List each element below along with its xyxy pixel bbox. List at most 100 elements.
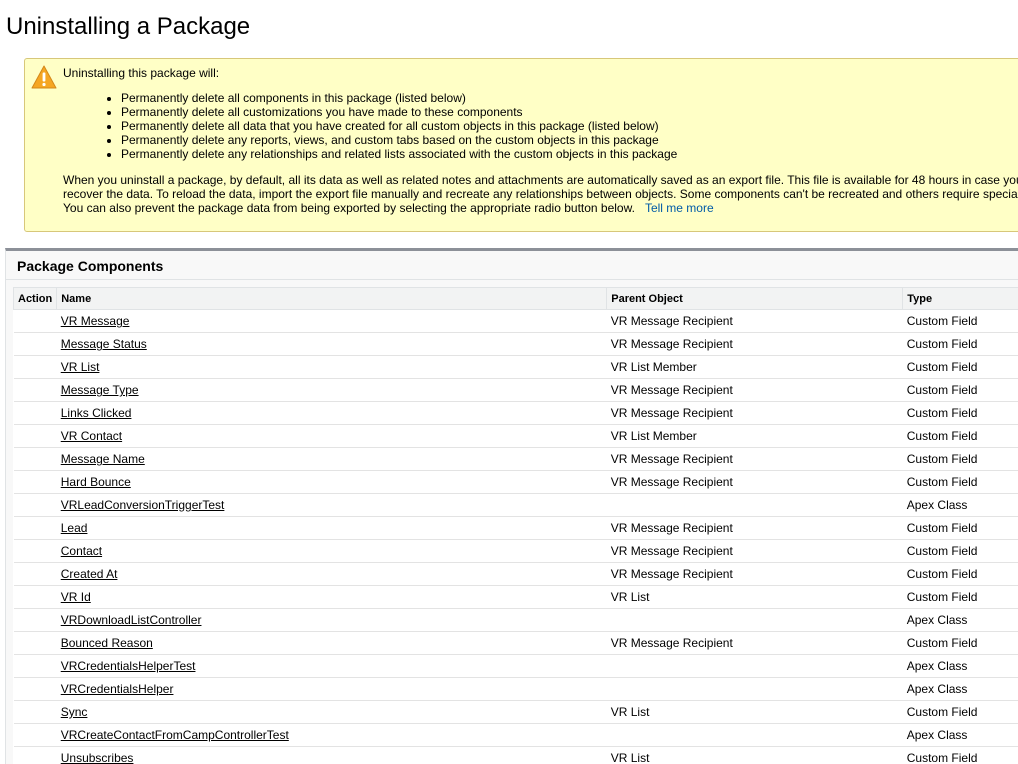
row-action-cell xyxy=(13,585,57,609)
row-type-cell: Custom Field xyxy=(902,562,1018,586)
table-row: Message Type VR Message Recipient Custom F… xyxy=(13,378,1018,402)
row-parent-object-cell: VR Message Recipient xyxy=(606,309,903,333)
table-row: VRCredentialsHelperTest Apex Class xyxy=(13,654,1018,678)
component-name-link[interactable]: VR List xyxy=(61,360,100,374)
panel-divider xyxy=(6,279,1018,280)
row-action-cell xyxy=(13,631,57,655)
warning-paragraph: When you uninstall a package, by default… xyxy=(63,173,1018,215)
row-action-cell xyxy=(13,677,57,701)
row-parent-object-cell: VR Message Recipient xyxy=(606,516,903,540)
row-type-cell: Apex Class xyxy=(902,493,1018,517)
tell-me-more-link[interactable]: Tell me more xyxy=(645,201,714,215)
row-type-cell: Apex Class xyxy=(902,723,1018,747)
component-name-link[interactable]: VRCredentialsHelper xyxy=(61,682,174,696)
row-parent-object-cell: VR Message Recipient xyxy=(606,539,903,563)
row-parent-object-cell: VR Message Recipient xyxy=(606,378,903,402)
warning-icon xyxy=(31,65,57,89)
component-name-link[interactable]: VRLeadConversionTriggerTest xyxy=(61,498,225,512)
package-components-panel: Package Components Action Name Parent Ob… xyxy=(5,248,1018,764)
table-row: Hard Bounce VR Message Recipient Custom Fi… xyxy=(13,470,1018,494)
component-name-link[interactable]: Contact xyxy=(61,544,102,558)
row-type-cell: Custom Field xyxy=(902,424,1018,448)
row-action-cell xyxy=(13,401,57,425)
component-name-link[interactable]: Sync xyxy=(61,705,88,719)
row-action-cell xyxy=(13,424,57,448)
row-name-cell: Message Name xyxy=(56,447,607,471)
row-type-cell: Custom Field xyxy=(902,447,1018,471)
row-parent-object-cell: VR List xyxy=(606,700,903,724)
component-name-link[interactable]: VR Id xyxy=(61,590,91,604)
table-row: Unsubscribes VR List Custom Field xyxy=(13,746,1018,764)
row-parent-object-cell: VR List Member xyxy=(606,355,903,379)
warning-paragraph-line: recover the data. To reload the data, im… xyxy=(63,187,1018,201)
row-parent-object-cell: VR List xyxy=(606,585,903,609)
component-name-link[interactable]: Bounced Reason xyxy=(61,636,153,650)
row-name-cell: VR Message xyxy=(56,309,607,333)
row-parent-object-cell: VR Message Recipient xyxy=(606,562,903,586)
table-row: VRLeadConversionTriggerTest Apex Class xyxy=(13,493,1018,517)
warning-bullet-list: Permanently delete all components in thi… xyxy=(103,91,677,161)
table-row: Created At VR Message Recipient Custom Fie… xyxy=(13,562,1018,586)
row-parent-object-cell: VR Message Recipient xyxy=(606,332,903,356)
row-parent-object-cell: VR Message Recipient xyxy=(606,447,903,471)
column-header-name: Name xyxy=(56,287,608,310)
row-type-cell: Apex Class xyxy=(902,677,1018,701)
package-components-table: Action Name Parent Object Type VR Messag… xyxy=(12,287,1018,764)
row-parent-object-cell: VR Message Recipient xyxy=(606,401,903,425)
row-name-cell: Hard Bounce xyxy=(56,470,607,494)
row-type-cell: Custom Field xyxy=(902,585,1018,609)
row-type-cell: Custom Field xyxy=(902,631,1018,655)
row-type-cell: Custom Field xyxy=(902,378,1018,402)
component-name-link[interactable]: VRDownloadListController xyxy=(61,613,202,627)
component-name-link[interactable]: Hard Bounce xyxy=(61,475,131,489)
page-title: Uninstalling a Package xyxy=(6,13,251,40)
warning-message-box: Uninstalling this package will: Permanen… xyxy=(24,58,1018,232)
component-name-link[interactable]: Message Status xyxy=(61,337,147,351)
table-row: VR List VR List Member Custom Field xyxy=(13,355,1018,379)
row-parent-object-cell xyxy=(606,493,903,517)
row-name-cell: VRCredentialsHelperTest xyxy=(56,654,607,678)
row-type-cell: Custom Field xyxy=(902,309,1018,333)
column-header-action: Action xyxy=(12,287,58,310)
component-name-link[interactable]: Message Type xyxy=(61,383,139,397)
component-name-link[interactable]: Created At xyxy=(61,567,118,581)
row-type-cell: Custom Field xyxy=(902,516,1018,540)
row-type-cell: Custom Field xyxy=(902,355,1018,379)
row-action-cell xyxy=(13,562,57,586)
row-parent-object-cell: VR Message Recipient xyxy=(606,470,903,494)
row-type-cell: Apex Class xyxy=(902,654,1018,678)
row-action-cell xyxy=(13,700,57,724)
component-name-link[interactable]: VRCreateContactFromCampControllerTest xyxy=(61,728,289,742)
component-name-link[interactable]: Message Name xyxy=(61,452,145,466)
table-header-row: Action Name Parent Object Type xyxy=(12,287,1018,310)
row-parent-object-cell xyxy=(606,723,903,747)
component-name-link[interactable]: Links Clicked xyxy=(61,406,132,420)
row-action-cell xyxy=(13,723,57,747)
row-name-cell: Links Clicked xyxy=(56,401,607,425)
column-header-parent-object: Parent Object xyxy=(606,287,904,310)
component-name-link[interactable]: VR Message xyxy=(61,314,130,328)
row-name-cell: VR List xyxy=(56,355,607,379)
table-row: Message Status VR Message Recipient Custom… xyxy=(13,332,1018,356)
component-name-link[interactable]: VR Contact xyxy=(61,429,122,443)
table-row: VR Id VR List Custom Field xyxy=(13,585,1018,609)
row-name-cell: Message Status xyxy=(56,332,607,356)
warning-bullet: Permanently delete all customizations yo… xyxy=(121,105,677,119)
table-row: VRCredentialsHelper Apex Class xyxy=(13,677,1018,701)
row-type-cell: Custom Field xyxy=(902,746,1018,764)
row-action-cell xyxy=(13,608,57,632)
row-action-cell xyxy=(13,309,57,333)
table-row: Message Name VR Message Recipient Custom F… xyxy=(13,447,1018,471)
component-name-link[interactable]: Unsubscribes xyxy=(61,751,134,764)
row-parent-object-cell: VR List xyxy=(606,746,903,764)
table-row: VRCreateContactFromCampControllerTest Ape… xyxy=(13,723,1018,747)
warning-bullet: Permanently delete any relationships and… xyxy=(121,147,677,161)
table-row: Lead VR Message Recipient Custom Field xyxy=(13,516,1018,540)
row-action-cell xyxy=(13,654,57,678)
row-parent-object-cell: VR List Member xyxy=(606,424,903,448)
component-name-link[interactable]: Lead xyxy=(61,521,88,535)
component-name-link[interactable]: VRCredentialsHelperTest xyxy=(61,659,196,673)
row-type-cell: Custom Field xyxy=(902,332,1018,356)
warning-heading: Uninstalling this package will: xyxy=(63,66,220,80)
package-components-title: Package Components xyxy=(17,258,164,274)
